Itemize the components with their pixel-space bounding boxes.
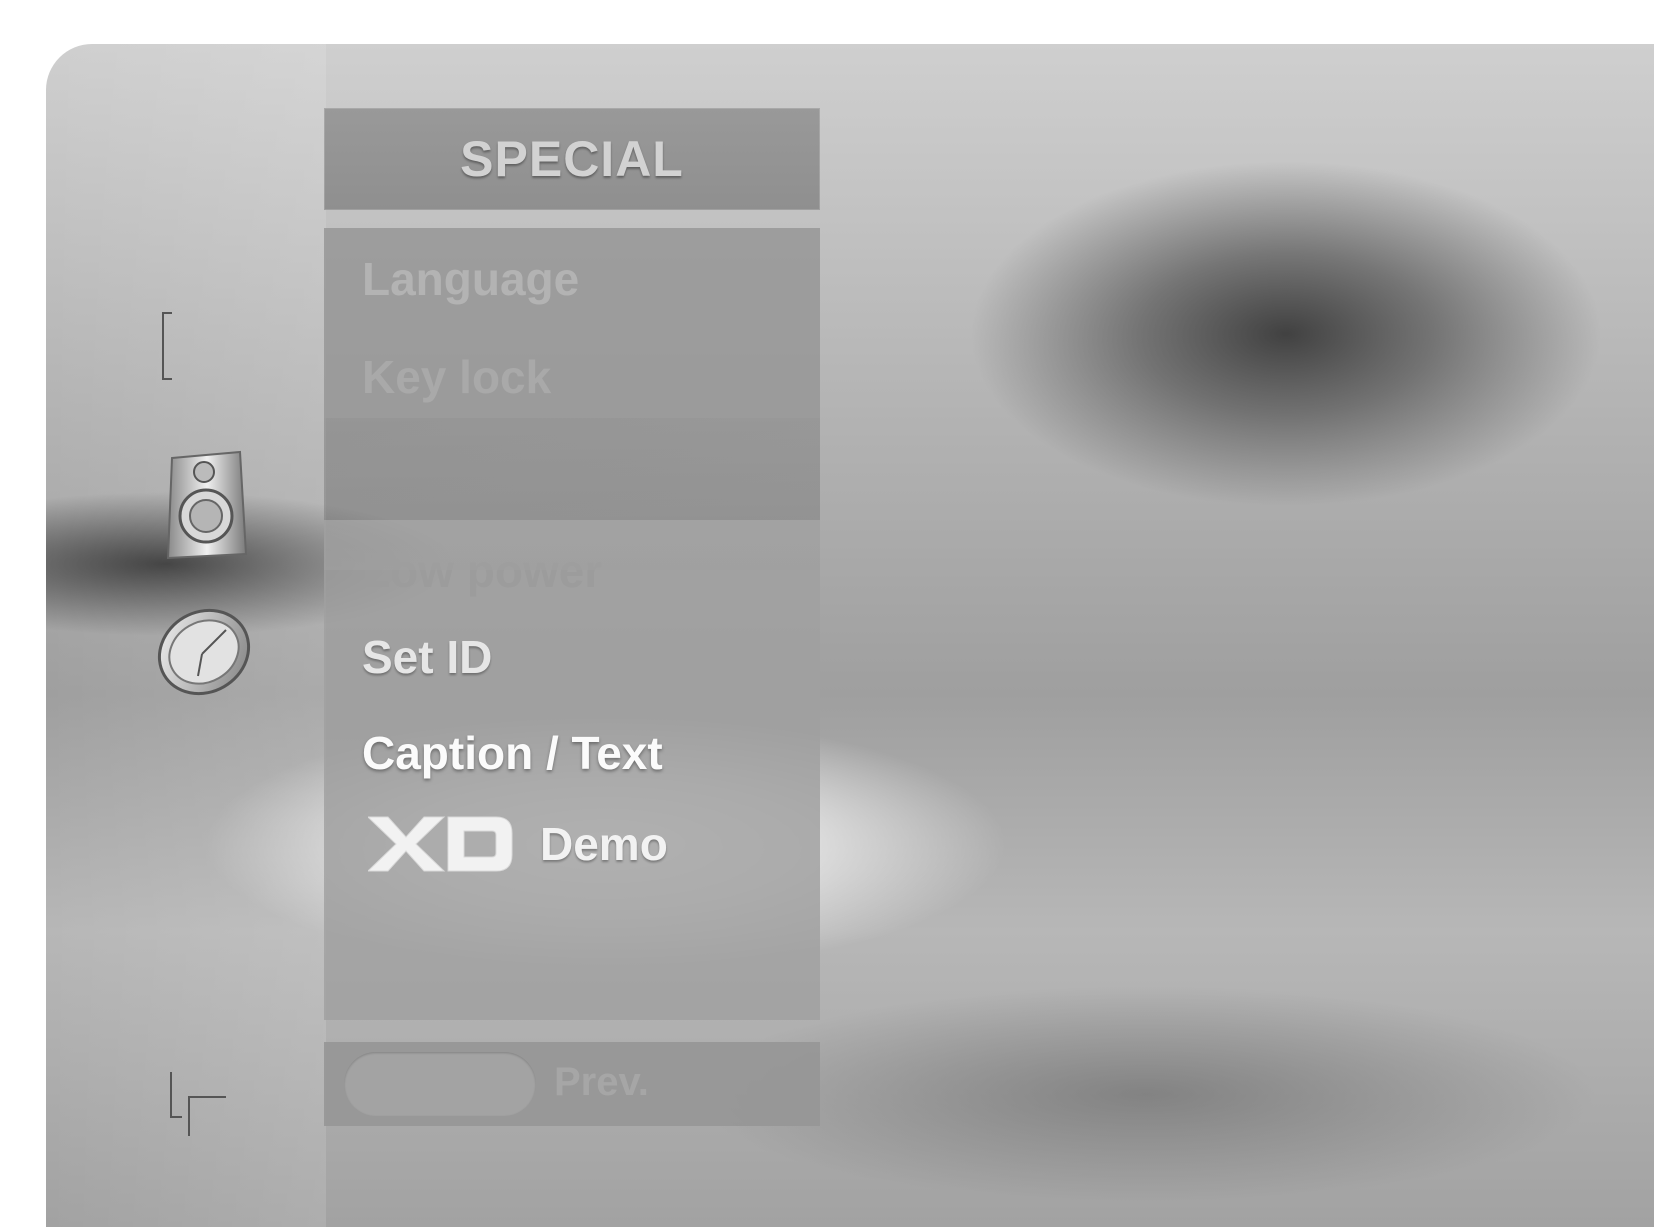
menu-item-xd-demo[interactable]: Demo	[368, 814, 668, 874]
menu-item-language[interactable]: Language	[362, 252, 579, 306]
menu-item-caption-text[interactable]: Caption / Text	[362, 726, 663, 780]
speaker-icon[interactable]	[162, 450, 254, 562]
menu-panel-gap	[324, 418, 820, 520]
menu-title: SPECIAL	[460, 131, 684, 187]
menu-bracket-top	[162, 312, 172, 380]
clock-icon[interactable]	[150, 600, 258, 704]
menu-item-key-lock[interactable]: Key lock	[362, 350, 551, 404]
xd-logo-icon	[368, 816, 513, 872]
menu-bracket-bottom	[170, 1072, 230, 1136]
tv-osd-screen: SPECIAL Language Key lock Low power Set …	[46, 44, 1654, 1227]
prev-button-pill[interactable]	[344, 1052, 536, 1116]
demo-label: Demo	[540, 818, 668, 870]
menu-title-bar: SPECIAL	[324, 108, 820, 210]
prev-button-label[interactable]: Prev.	[554, 1060, 649, 1105]
menu-item-set-id[interactable]: Set ID	[362, 630, 492, 684]
low-power-overlay	[324, 520, 820, 570]
